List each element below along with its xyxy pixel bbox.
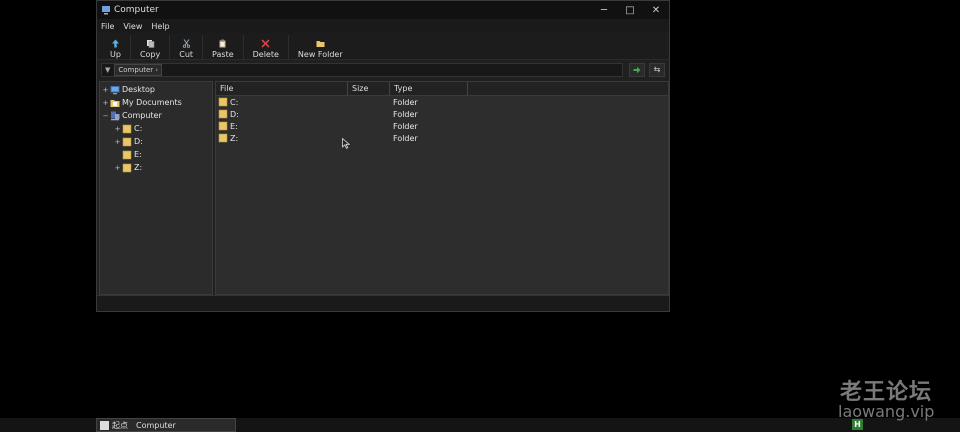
column-header-type[interactable]: Type <box>390 82 468 95</box>
close-button[interactable]: ✕ <box>643 1 669 19</box>
address-bar: ▼ Computer › ⇆ <box>101 61 665 78</box>
watermark-url: laowang.vip <box>838 402 935 421</box>
go-button[interactable] <box>629 62 645 77</box>
refresh-button[interactable]: ⇆ <box>649 62 665 77</box>
paste-icon <box>219 39 226 48</box>
tree-item-c-drive[interactable]: + C: <box>114 122 143 135</box>
file-type: Folder <box>393 133 418 143</box>
paste-button[interactable]: Paste <box>203 35 244 59</box>
taskbar: 起点 Computer H <box>0 418 960 432</box>
status-bar <box>97 295 669 311</box>
file-name: E: <box>230 121 238 131</box>
file-name: Z: <box>230 133 239 143</box>
new-folder-icon <box>316 41 325 47</box>
file-list: File Size Type C: Folder D: Folder E: Fo… <box>215 81 669 295</box>
column-header-row: File Size Type <box>216 82 668 96</box>
folder-icon <box>122 124 132 133</box>
paste-label: Paste <box>212 50 234 59</box>
file-type: Folder <box>393 121 418 131</box>
tree-label: Z: <box>134 163 143 172</box>
computer-icon <box>111 111 120 120</box>
tree-item-computer[interactable]: − Computer <box>102 109 162 122</box>
folder-icon <box>122 137 132 146</box>
cut-button[interactable]: Cut <box>170 35 204 59</box>
expand-toggle[interactable]: + <box>102 99 109 107</box>
tree-item-desktop[interactable]: + Desktop <box>102 83 155 96</box>
file-row[interactable]: Z: Folder <box>216 132 668 144</box>
explorer-window: Computer ─ □ ✕ File View Help Up Copy Cu… <box>96 0 670 312</box>
copy-button[interactable]: Copy <box>131 35 171 59</box>
up-label: Up <box>110 50 121 59</box>
menu-help[interactable]: Help <box>151 22 169 31</box>
folder-icon <box>122 163 132 172</box>
documents-icon <box>110 99 120 107</box>
chevron-right-icon: › <box>155 65 159 74</box>
delete-x-icon <box>261 39 270 48</box>
start-icon <box>100 420 109 430</box>
start-label: 起点 <box>112 420 128 430</box>
address-field[interactable]: ▼ Computer › <box>101 62 623 77</box>
file-row[interactable]: D: Folder <box>216 108 668 120</box>
expand-toggle[interactable]: + <box>114 138 121 146</box>
expand-toggle[interactable]: + <box>102 86 109 94</box>
menu-view[interactable]: View <box>123 22 142 31</box>
file-type: Folder <box>393 97 418 107</box>
expand-toggle[interactable]: + <box>114 125 121 133</box>
tree-label: D: <box>134 137 143 146</box>
window-title: Computer <box>114 5 159 15</box>
file-type: Folder <box>393 109 418 119</box>
file-name: D: <box>230 109 239 119</box>
up-arrow-icon <box>111 39 119 48</box>
tree-label: Desktop <box>122 85 155 94</box>
tree-label: My Documents <box>122 98 182 107</box>
breadcrumb-computer[interactable]: Computer › <box>114 63 163 76</box>
start-button[interactable]: 起点 Computer <box>96 418 236 432</box>
desktop-icon <box>110 85 120 94</box>
new-folder-button[interactable]: New Folder <box>289 35 352 59</box>
up-button[interactable]: Up <box>101 35 131 59</box>
menu-bar: File View Help <box>97 19 669 33</box>
tree-item-my-documents[interactable]: + My Documents <box>102 96 182 109</box>
file-row[interactable]: E: Folder <box>216 120 668 132</box>
chevron-down-icon[interactable]: ▼ <box>105 66 110 74</box>
folder-tree: + Desktop + My Documents − Computer + C:… <box>99 81 213 295</box>
copy-icon <box>146 40 154 48</box>
copy-label: Copy <box>139 50 161 59</box>
file-row[interactable]: C: Folder <box>216 96 668 108</box>
title-bar[interactable]: Computer ─ □ ✕ <box>97 1 669 19</box>
computer-icon <box>102 6 110 15</box>
minimize-button[interactable]: ─ <box>591 1 617 19</box>
tree-label: C: <box>134 124 143 133</box>
collapse-toggle[interactable]: − <box>102 112 109 120</box>
go-arrow-icon <box>633 66 641 73</box>
tree-label: Computer <box>122 111 162 120</box>
menu-file[interactable]: File <box>101 22 114 31</box>
scissors-icon <box>182 39 190 48</box>
folder-icon <box>218 121 228 131</box>
delete-label: Delete <box>252 50 279 59</box>
column-header-size[interactable]: Size <box>348 82 390 95</box>
tree-label: E: <box>134 150 142 159</box>
delete-button[interactable]: Delete <box>244 35 289 59</box>
folder-icon <box>218 97 228 107</box>
cut-label: Cut <box>179 50 194 59</box>
file-name: C: <box>230 97 239 107</box>
folder-icon <box>122 150 132 159</box>
taskbar-item-computer[interactable]: Computer <box>136 421 176 430</box>
toolbar: Up Copy Cut Paste Delete New Folder <box>97 33 669 60</box>
mouse-pointer-icon <box>342 138 350 149</box>
folder-icon <box>218 133 228 143</box>
tree-item-d-drive[interactable]: + D: <box>114 135 143 148</box>
column-header-file[interactable]: File <box>216 82 348 95</box>
maximize-button[interactable]: □ <box>617 1 643 19</box>
tree-item-z-drive[interactable]: + Z: <box>114 161 143 174</box>
breadcrumb-label: Computer <box>118 65 154 74</box>
folder-icon <box>218 109 228 119</box>
expand-toggle[interactable]: + <box>114 164 121 172</box>
new-folder-label: New Folder <box>297 50 343 59</box>
tree-item-e-drive[interactable]: E: <box>114 148 142 161</box>
